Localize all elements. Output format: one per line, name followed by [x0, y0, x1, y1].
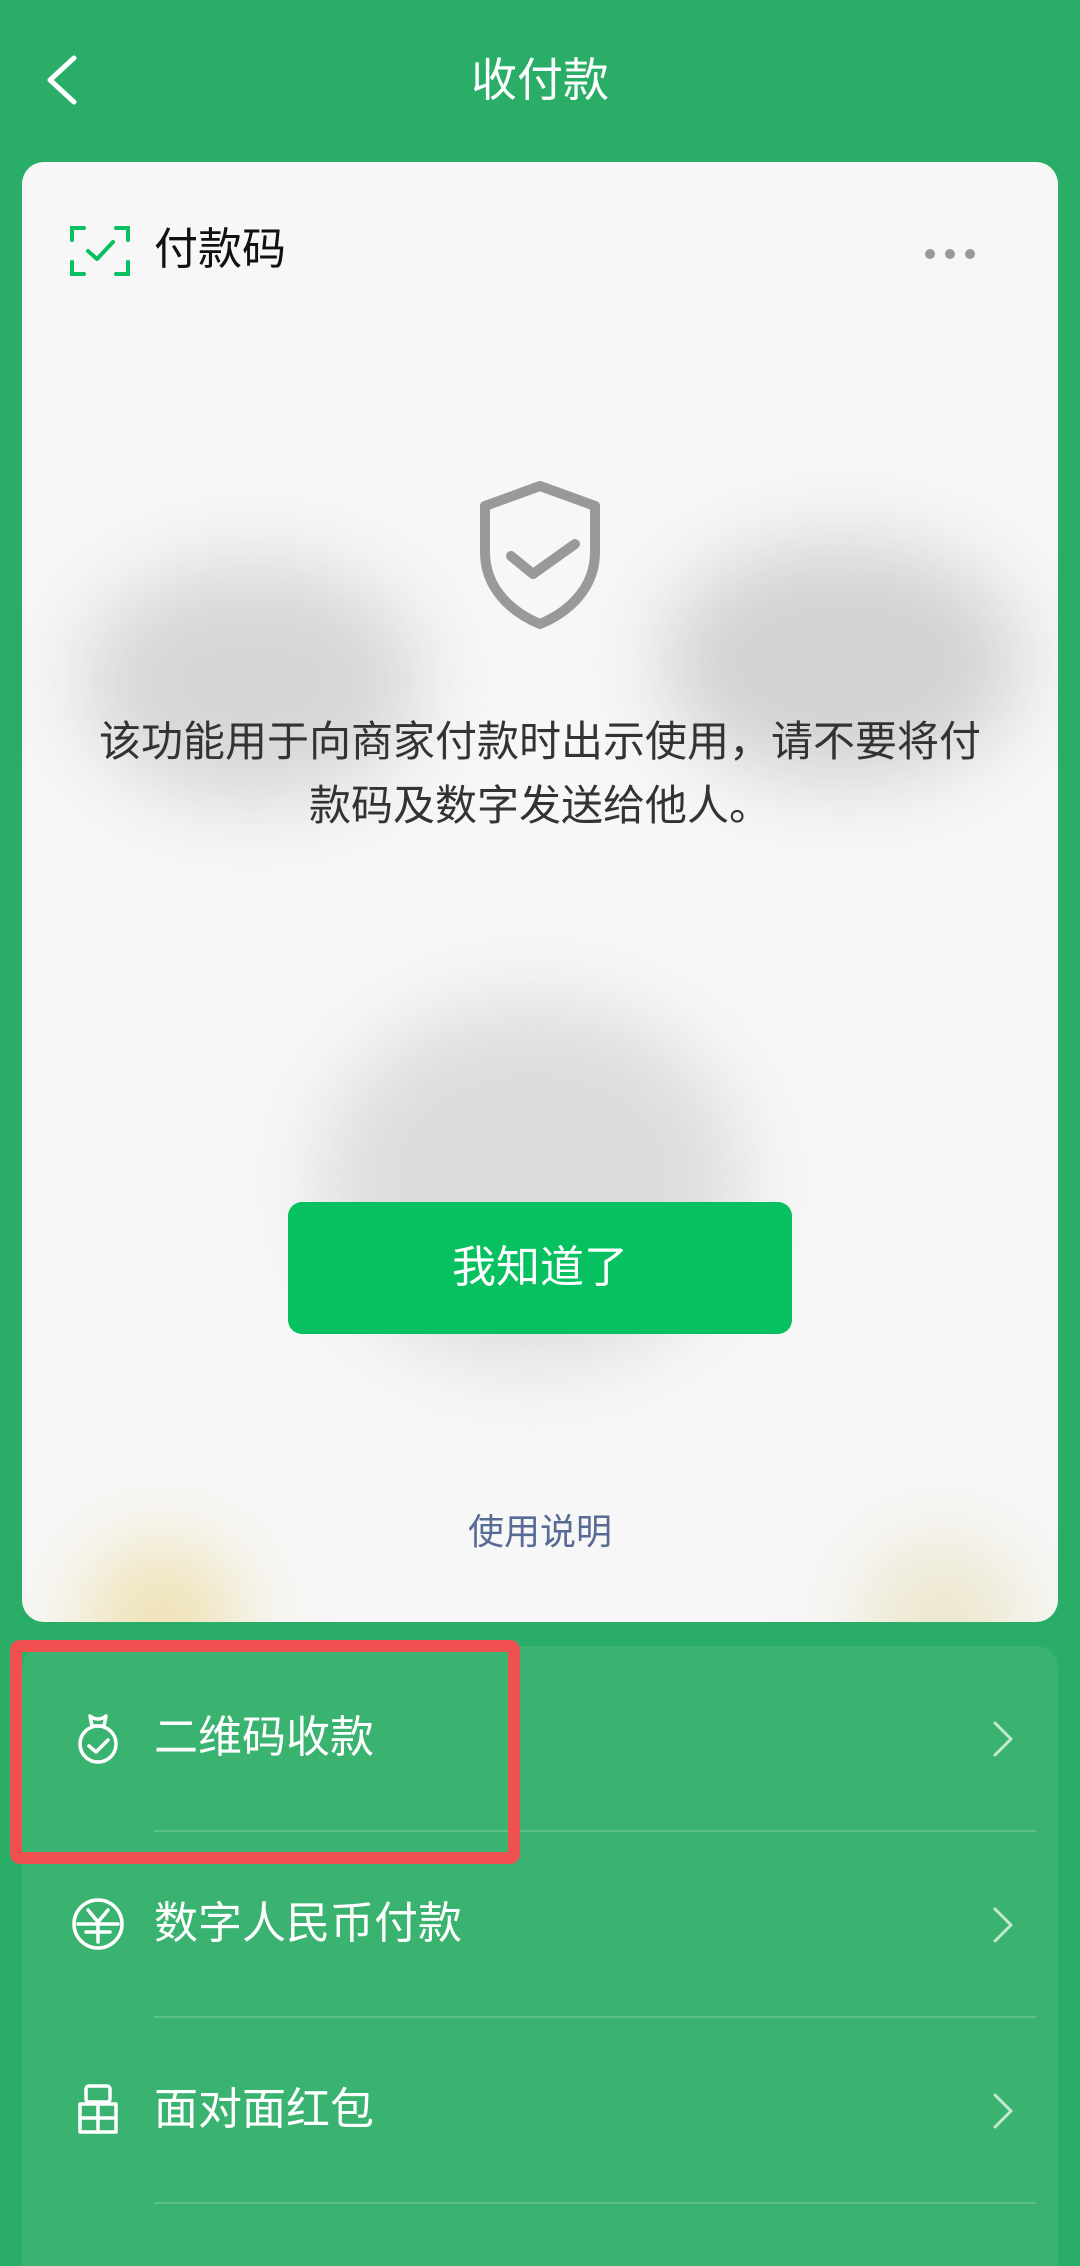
got-it-button[interactable]: 我知道了	[288, 1202, 792, 1334]
menu-item-label: 数字人民币付款	[154, 1898, 462, 1949]
chevron-right-icon	[993, 1721, 1013, 1757]
menu-item-face-to-face-red-packet[interactable]: 面对面红包	[22, 2018, 1058, 2202]
money-bag-icon	[78, 1714, 118, 1764]
menu-item-digital-rmb[interactable]: 数字人民币付款	[22, 1832, 1058, 2016]
chevron-right-icon	[993, 2093, 1013, 2129]
menu-item-label: 二维码收款	[154, 1712, 374, 1763]
security-notice: 该功能用于向商家付款时出示使用，请不要将付款码及数字发送给他人。	[98, 717, 981, 830]
shield-check-icon	[480, 481, 600, 629]
digital-rmb-icon	[72, 1898, 124, 1950]
chevron-right-icon	[993, 1907, 1013, 1943]
more-options-icon[interactable]	[922, 244, 978, 264]
payment-code-card: 付款码 该功能用于向商家付款时出示使用，请不要将付款码及数字发送给他人。 我知道…	[22, 162, 1058, 1622]
top-bar: 收付款	[0, 0, 1080, 160]
scan-check-icon	[70, 226, 130, 276]
menu-item-label: 面对面红包	[154, 2084, 374, 2135]
payment-options-menu: 二维码收款 数字人民币付款 面对面红包	[22, 1646, 1058, 2266]
usage-instructions-link[interactable]: 使用说明	[22, 1508, 1058, 1558]
red-packet-icon	[78, 2084, 118, 2134]
divider	[154, 2202, 1036, 2204]
card-title: 付款码	[154, 224, 286, 275]
page-title: 收付款	[471, 53, 609, 107]
card-header: 付款码	[22, 162, 1058, 322]
menu-item-qr-collect[interactable]: 二维码收款	[22, 1646, 1058, 1830]
